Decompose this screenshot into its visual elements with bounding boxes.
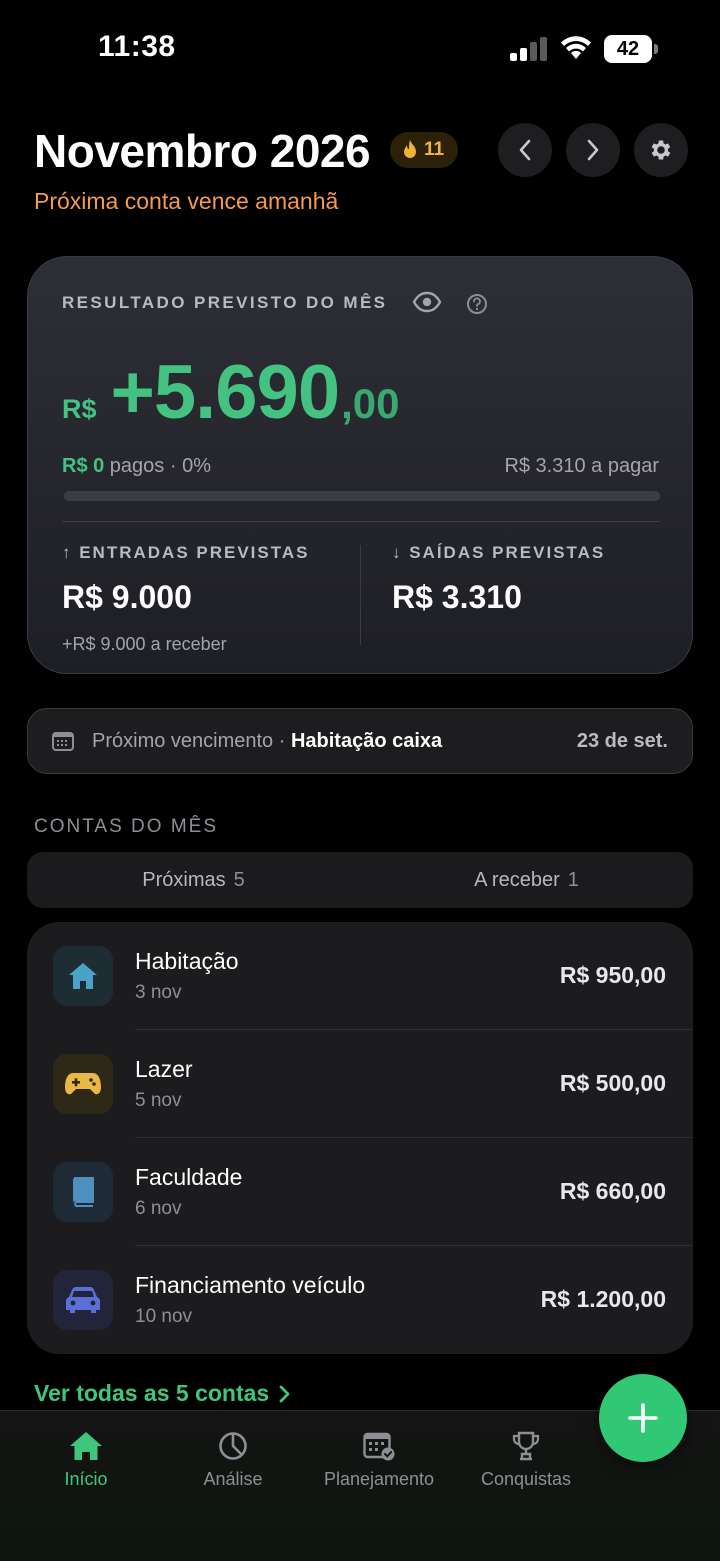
trophy-icon [512,1431,540,1461]
list-item[interactable]: Habitação 3 nov R$ 950,00 [27,922,693,1030]
income-column: ↑ ENTRADAS PREVISTAS R$ 9.000 +R$ 9.000 … [62,543,310,655]
nav-achievements[interactable]: Conquistas [446,1431,606,1490]
tab-count: 5 [233,868,245,891]
next-due-text: Próximo vencimento · Habitação caixa [92,730,442,753]
prev-month-button[interactable] [498,123,552,177]
see-all-label: Ver todas as 5 contas [34,1380,270,1406]
bill-value: R$ 1.200,00 [540,1286,666,1312]
calendar-icon [52,732,74,751]
status-time: 11:38 [98,30,176,63]
section-title: CONTAS DO MÊS [34,816,218,837]
paid-summary: R$ 0 pagos · 0% [62,455,211,478]
tab-label: A receber [474,868,560,891]
tab-count: 1 [567,868,579,891]
streak-badge[interactable]: 11 [390,132,459,168]
signal-icon [510,37,547,61]
nav-label: Planejamento [323,1469,435,1489]
nav-label: Análise [203,1469,263,1489]
bill-value: R$ 660,00 [559,1178,666,1204]
chevron-right-icon [587,139,599,161]
bill-value: R$ 500,00 [559,1070,666,1096]
next-due-bar[interactable]: Próximo vencimento · Habitação caixa 23 … [27,708,693,774]
book-icon [72,1177,94,1207]
eye-icon[interactable] [412,291,442,313]
card-divider [62,521,660,522]
next-due-date: 23 de set. [576,729,668,752]
status-bar: 11:38 42 [0,0,720,100]
expenses-label: ↓ SAÍDAS PREVISTAS [392,543,606,562]
bill-icon-container [53,1054,113,1114]
income-value: R$ 9.000 [62,579,192,615]
nav-label: Conquistas [480,1469,572,1489]
list-item[interactable]: Lazer 5 nov R$ 500,00 [27,1030,693,1138]
tab-receivable[interactable]: A receber 1 [360,852,693,908]
house-icon [69,963,97,989]
card-vertical-divider [360,545,361,645]
bill-icon-container [53,946,113,1006]
bill-value: R$ 950,00 [559,962,666,988]
plus-icon [628,1403,658,1433]
bill-date: 10 nov [135,1306,193,1327]
paid-amount: R$ 0 [62,455,105,477]
bill-name: Habitação [135,948,239,974]
list-item[interactable]: Faculdade 6 nov R$ 660,00 [27,1138,693,1246]
chevron-left-icon [519,139,531,161]
predicted-result: R$ +5.690 ,00 [62,349,399,436]
expenses-value: R$ 3.310 [392,579,522,615]
result-cents: ,00 [341,380,400,427]
nav-label: Início [64,1469,108,1489]
bills-tabs: Próximas 5 A receber 1 [27,852,693,908]
home-icon [70,1432,102,1460]
settings-button[interactable] [634,123,688,177]
paid-progress-bar [64,491,660,501]
bill-icon-container [53,1162,113,1222]
next-bill-warning: Próxima conta vence amanhã [34,188,339,214]
next-due-name: Habitação caixa [290,729,443,752]
flame-icon [404,140,416,158]
bill-icon-container [53,1270,113,1330]
streak-count: 11 [424,139,445,160]
pie-chart-icon [219,1432,247,1460]
calendar-check-icon [363,1432,395,1461]
next-month-button[interactable] [566,123,620,177]
bill-date: 6 nov [135,1198,182,1219]
next-due-prefix: Próximo vencimento · [92,729,291,752]
see-all-link[interactable]: Ver todas as 5 contas [34,1380,291,1407]
bill-name: Lazer [135,1056,193,1082]
page-title: Novembro 2026 [34,125,371,177]
bill-name: Financiamento veículo [135,1272,366,1298]
tab-label: Próximas [142,868,226,891]
bill-name: Faculdade [135,1164,243,1190]
bill-date: 5 nov [135,1090,182,1111]
currency-symbol: R$ [62,394,97,424]
nav-home[interactable]: Início [6,1431,166,1490]
bill-date: 3 nov [135,982,182,1003]
wifi-icon [561,36,591,59]
gamepad-icon [65,1073,101,1095]
income-label: ↑ ENTRADAS PREVISTAS [62,543,310,562]
chevron-right-icon [279,1385,290,1402]
result-amount: +5.690 [110,350,341,435]
help-icon[interactable] [466,293,488,315]
bills-list: Habitação 3 nov R$ 950,00 Lazer 5 nov R$… [27,922,693,1354]
add-bill-button[interactable] [599,1374,687,1462]
expenses-column: ↓ SAÍDAS PREVISTAS R$ 3.310 [392,543,605,616]
nav-analysis[interactable]: Análise [153,1431,313,1490]
gear-icon [651,140,671,160]
tab-upcoming[interactable]: Próximas 5 [27,852,360,908]
summary-label: RESULTADO PREVISTO DO MÊS [62,293,388,312]
income-sub: +R$ 9.000 a receber [62,634,227,654]
car-icon [66,1287,100,1313]
to-pay-summary: R$ 3.310 a pagar [504,455,659,477]
paid-text: pagos · 0% [104,455,211,477]
battery-icon: 42 [604,35,658,63]
list-item[interactable]: Financiamento veículo 10 nov R$ 1.200,00 [27,1246,693,1354]
battery-level: 42 [616,38,640,60]
summary-card: RESULTADO PREVISTO DO MÊS R$ +5.690 ,00 … [27,256,693,674]
nav-planning[interactable]: Planejamento [299,1431,459,1490]
